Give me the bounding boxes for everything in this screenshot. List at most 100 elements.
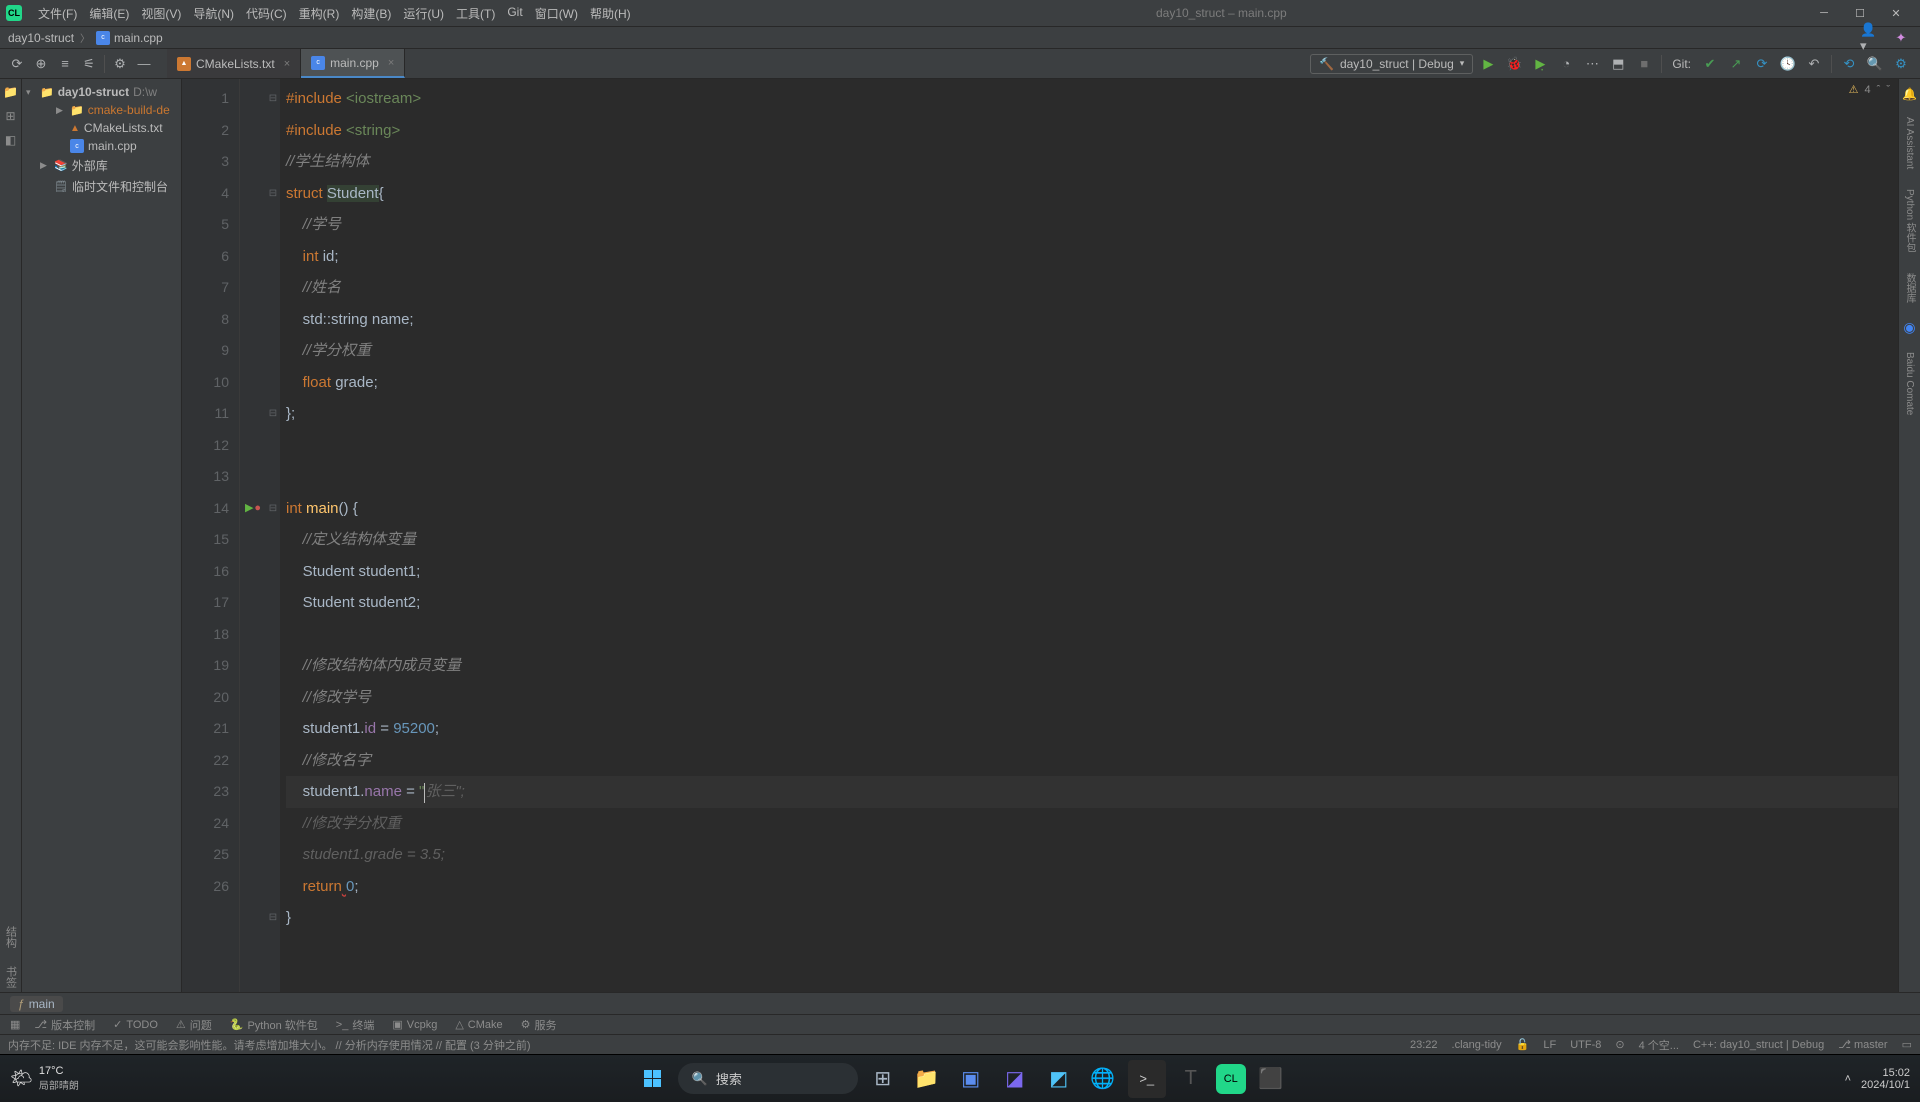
menu-导航(N)[interactable]: 导航(N) bbox=[187, 5, 240, 22]
stop-button[interactable]: ■ bbox=[1633, 53, 1655, 75]
breadcrumb-file[interactable]: c main.cpp bbox=[96, 31, 163, 45]
clion-taskbar-icon[interactable]: CL bbox=[1216, 1064, 1246, 1094]
more-run-icon[interactable]: ⋯ bbox=[1581, 53, 1603, 75]
collapse-icon[interactable]: ≡ bbox=[54, 53, 76, 75]
terminal-icon[interactable]: >_ bbox=[1128, 1060, 1166, 1098]
ide-settings-icon[interactable]: ⚙ bbox=[1890, 53, 1912, 75]
menu-构建(B)[interactable]: 构建(B) bbox=[345, 5, 397, 22]
text-app-icon[interactable]: T bbox=[1172, 1060, 1210, 1098]
python-pkg-label[interactable]: Python 软件包 bbox=[1902, 185, 1917, 257]
taskbar-date[interactable]: 2024/10/1 bbox=[1861, 1079, 1910, 1091]
grid-icon[interactable]: ▦ bbox=[10, 1018, 20, 1031]
coverage-icon[interactable]: ▶̣ bbox=[1529, 53, 1551, 75]
tree-root[interactable]: ▾ 📁 day10-struct D:\w bbox=[22, 83, 181, 101]
bottom-tool-TODO[interactable]: ✓TODO bbox=[113, 1017, 158, 1033]
tray-chevron-icon[interactable]: ˄ bbox=[1845, 1073, 1851, 1085]
hide-icon[interactable]: — bbox=[133, 53, 155, 75]
chevron-up-icon[interactable]: ˆ bbox=[1877, 84, 1881, 96]
minimize-button[interactable]: ─ bbox=[1806, 1, 1842, 25]
project-tree[interactable]: ▾ 📁 day10-struct D:\w ▶📁cmake-build-de▲C… bbox=[22, 79, 182, 992]
database-label[interactable]: 数据库 bbox=[1902, 269, 1917, 307]
run-marker-icon[interactable]: ● bbox=[254, 493, 261, 525]
bottom-tool-Vcpkg[interactable]: ▣Vcpkg bbox=[392, 1017, 437, 1033]
close-button[interactable]: ✕ bbox=[1878, 1, 1914, 25]
bottom-tool-Python 软件包[interactable]: 🐍Python 软件包 bbox=[230, 1017, 318, 1033]
commit-tool-icon[interactable]: ⊞ bbox=[5, 109, 15, 123]
app-icon-last[interactable]: ⬛ bbox=[1252, 1060, 1290, 1098]
structure-label[interactable]: 结构 bbox=[3, 922, 19, 952]
breadcrumb-project[interactable]: day10-struct bbox=[8, 31, 74, 45]
tab-CMakeLists.txt[interactable]: ▲CMakeLists.txt× bbox=[167, 49, 301, 78]
close-tab-icon[interactable]: × bbox=[284, 58, 290, 70]
file-encoding[interactable]: UTF-8 bbox=[1570, 1039, 1601, 1051]
menu-编辑(E)[interactable]: 编辑(E) bbox=[83, 5, 135, 22]
expand-all-icon[interactable]: ⊕ bbox=[30, 53, 52, 75]
line-separator[interactable]: LF bbox=[1543, 1039, 1556, 1051]
menu-Git[interactable]: Git bbox=[501, 5, 528, 22]
git-commit-icon[interactable]: ✔ bbox=[1699, 53, 1721, 75]
context-config[interactable]: C++: day10_struct | Debug bbox=[1693, 1039, 1824, 1051]
filter-icon[interactable]: ⚟ bbox=[78, 53, 100, 75]
git-branch[interactable]: ⎇ master bbox=[1838, 1038, 1887, 1051]
weather-widget[interactable]: 🌤 17°C 局部晴朗 bbox=[10, 1065, 79, 1092]
sync-project-icon[interactable]: ⟲ bbox=[1838, 53, 1860, 75]
bottom-tool-问题[interactable]: ⚠问题 bbox=[176, 1017, 212, 1033]
close-tab-icon[interactable]: × bbox=[388, 57, 394, 69]
menu-窗口(W)[interactable]: 窗口(W) bbox=[529, 5, 584, 22]
user-icon[interactable]: 👤▾ bbox=[1860, 27, 1882, 49]
git-push-icon[interactable]: ↗ bbox=[1725, 53, 1747, 75]
attach-icon[interactable]: ⬒ bbox=[1607, 53, 1629, 75]
menu-代码(C)[interactable]: 代码(C) bbox=[240, 5, 293, 22]
settings-gear-icon[interactable]: ⚙ bbox=[109, 53, 131, 75]
sync-icon[interactable]: ⟳ bbox=[6, 53, 28, 75]
run-configuration-selector[interactable]: 🔨 day10_struct | Debug ▾ bbox=[1310, 54, 1473, 74]
tree-item-CMakeLists.txt[interactable]: ▲CMakeLists.txt bbox=[22, 119, 181, 137]
caret-position[interactable]: 23:22 bbox=[1410, 1039, 1438, 1051]
tree-item-cmake-build-de[interactable]: ▶📁cmake-build-de bbox=[22, 101, 181, 119]
tab-main.cpp[interactable]: cmain.cpp× bbox=[301, 49, 405, 78]
profile-icon[interactable]: ◔ bbox=[1555, 53, 1577, 75]
lock-icon[interactable]: 🔓 bbox=[1516, 1038, 1530, 1051]
search-everywhere-icon[interactable]: 🔍 bbox=[1864, 53, 1886, 75]
baidu-comate-label[interactable]: Baidu Comate bbox=[1904, 348, 1915, 419]
editor[interactable]: 1234567891011121314151617181920212223242… bbox=[182, 79, 1898, 992]
code-area[interactable]: #include <iostream>#include <string>//学生… bbox=[280, 79, 1898, 992]
bottom-tool-服务[interactable]: ⚙服务 bbox=[521, 1017, 557, 1033]
menu-重构(R)[interactable]: 重构(R) bbox=[293, 5, 346, 22]
structure-tool-icon[interactable]: ◧ bbox=[5, 133, 16, 147]
menu-文件(F)[interactable]: 文件(F) bbox=[32, 5, 83, 22]
run-button[interactable]: ▶ bbox=[1477, 53, 1499, 75]
app-icon-2[interactable]: ◪ bbox=[996, 1060, 1034, 1098]
bookmarks-label[interactable]: 书签 bbox=[3, 962, 19, 992]
ai-assistant-label[interactable]: AI Assistant bbox=[1904, 113, 1915, 173]
git-rollback-icon[interactable]: ↶ bbox=[1803, 53, 1825, 75]
run-line-icon[interactable]: ▶ bbox=[245, 493, 253, 525]
mem-indicator-icon[interactable]: ▭ bbox=[1902, 1038, 1912, 1051]
tree-item-外部库[interactable]: ▶📚外部库 bbox=[22, 155, 181, 176]
taskbar-search[interactable]: 🔍 搜索 bbox=[678, 1063, 858, 1094]
menu-运行(U)[interactable]: 运行(U) bbox=[397, 5, 450, 22]
menu-工具(T)[interactable]: 工具(T) bbox=[450, 5, 501, 22]
tree-item-main.cpp[interactable]: cmain.cpp bbox=[22, 137, 181, 155]
explorer-icon[interactable]: 📁 bbox=[908, 1060, 946, 1098]
baidu-comate-icon[interactable]: ◉ bbox=[1903, 319, 1915, 336]
git-update-icon[interactable]: ⟳ bbox=[1751, 53, 1773, 75]
inspection-widget[interactable]: ⚠ 4 ˆ ˇ bbox=[1849, 83, 1890, 96]
start-button[interactable] bbox=[634, 1060, 672, 1098]
project-tool-icon[interactable]: 📁 bbox=[3, 85, 18, 99]
menu-视图(V)[interactable]: 视图(V) bbox=[135, 5, 187, 22]
taskbar-time[interactable]: 15:02 bbox=[1861, 1067, 1910, 1079]
chrome-icon[interactable]: 🌐 bbox=[1084, 1060, 1122, 1098]
member-crumb-main[interactable]: ƒ main bbox=[10, 996, 63, 1012]
debug-button[interactable]: 🐞 bbox=[1503, 53, 1525, 75]
bottom-tool-版本控制[interactable]: ⎇版本控制 bbox=[34, 1017, 95, 1033]
notifications-icon[interactable]: 🔔 bbox=[1902, 87, 1917, 101]
chevron-down-icon[interactable]: ˇ bbox=[1886, 84, 1890, 96]
bottom-tool-终端[interactable]: >_终端 bbox=[336, 1017, 375, 1033]
git-history-icon[interactable]: 🕓 bbox=[1777, 53, 1799, 75]
indent-setting[interactable]: 4 个空... bbox=[1639, 1037, 1679, 1053]
app-icon-1[interactable]: ▣ bbox=[952, 1060, 990, 1098]
tree-item-临时文件和控制台[interactable]: 🗒临时文件和控制台 bbox=[22, 176, 181, 197]
app-icon-3[interactable]: ◩ bbox=[1040, 1060, 1078, 1098]
taskview-icon[interactable]: ⊞ bbox=[864, 1060, 902, 1098]
